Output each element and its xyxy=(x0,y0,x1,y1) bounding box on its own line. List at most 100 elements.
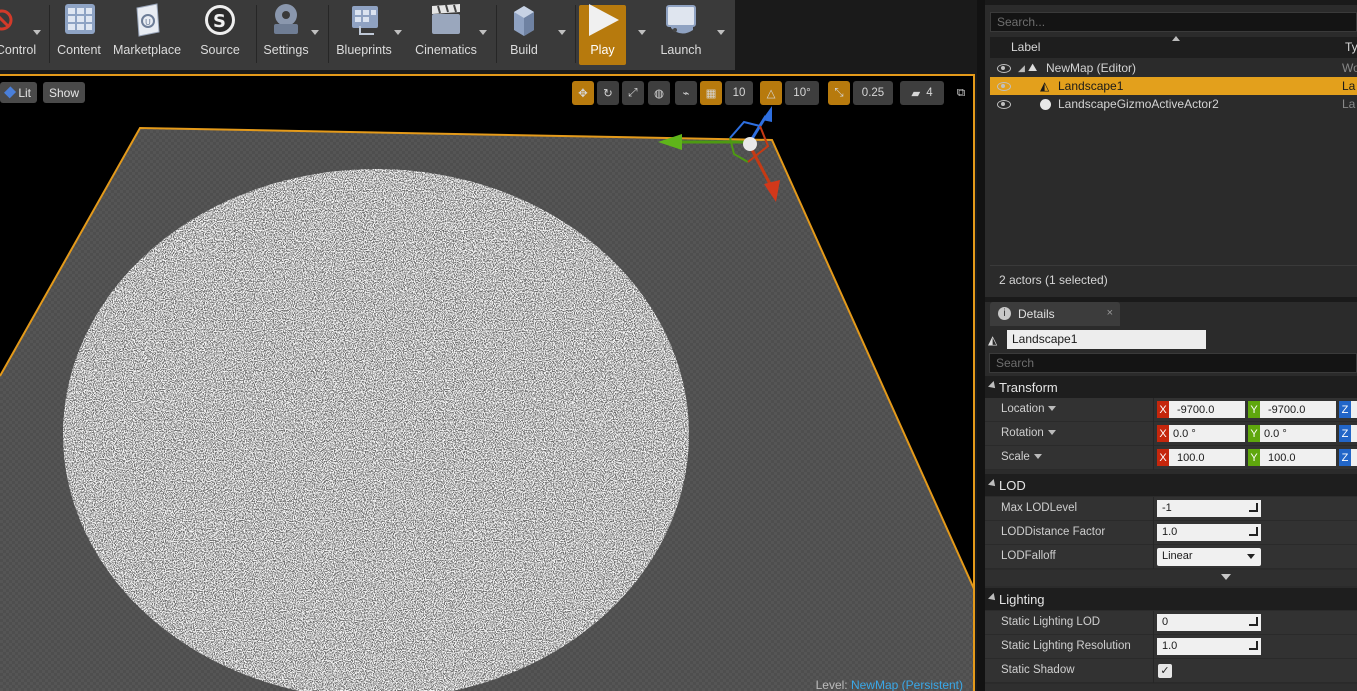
column-splitter[interactable] xyxy=(1153,446,1154,470)
marketplace-button[interactable]: U Marketplace xyxy=(110,0,184,60)
source-control-button[interactable]: Control xyxy=(0,0,36,60)
camera-speed-button[interactable]: ▰ 4 xyxy=(900,81,944,105)
build-dropdown-caret[interactable] xyxy=(558,30,566,35)
rotation-snap-toggle[interactable]: △ xyxy=(760,81,782,105)
source-control-dropdown-caret[interactable] xyxy=(33,30,41,35)
outliner-row-gizmo[interactable]: LandscapeGizmoActiveActor2 La xyxy=(990,95,1357,113)
build-button[interactable]: Build xyxy=(500,0,548,60)
scale-snap-value[interactable]: 0.25 xyxy=(853,81,893,105)
play-button[interactable]: Play xyxy=(579,0,626,60)
visibility-eye-icon[interactable] xyxy=(997,99,1011,109)
world-coordinates-button[interactable]: ◍ xyxy=(648,81,670,105)
scale-snap-toggle[interactable]: ⤡ xyxy=(828,81,850,105)
column-splitter[interactable] xyxy=(1153,521,1154,545)
blueprints-dropdown-caret[interactable] xyxy=(394,30,402,35)
outliner-search-input[interactable]: Search... xyxy=(990,12,1357,32)
play-label: Play xyxy=(590,43,615,57)
location-label[interactable]: Location xyxy=(1001,403,1057,415)
globe-icon: ◍ xyxy=(653,88,665,100)
details-search-input[interactable]: Search xyxy=(989,353,1357,373)
visibility-eye-icon[interactable] xyxy=(997,81,1011,91)
cinematics-label: Cinematics xyxy=(415,43,477,57)
type-column-header[interactable]: Ty xyxy=(1345,40,1357,54)
spin-handle-icon[interactable] xyxy=(1249,641,1258,650)
rotation-row: Rotation X 0.0 ° Y 0.0 ° Z xyxy=(985,422,1357,446)
transform-section-header[interactable]: Transform xyxy=(985,376,1357,398)
location-y-field[interactable]: Y -9700.0 xyxy=(1248,401,1336,418)
grid-snap-toggle[interactable]: ▦ xyxy=(700,81,722,105)
current-level-indicator: Level: NewMap (Persistent) xyxy=(816,678,963,691)
lighting-advanced-expander[interactable] xyxy=(985,684,1357,691)
show-menu-button[interactable]: Show xyxy=(43,82,85,103)
lod-distance-field[interactable]: 1.0 xyxy=(1157,524,1261,541)
grid-snap-value[interactable]: 10 xyxy=(725,81,753,105)
rotation-x-field[interactable]: X 0.0 ° xyxy=(1157,425,1245,442)
translate-mode-button[interactable]: ✥ xyxy=(572,81,594,105)
actor-name-field[interactable]: Landscape1 xyxy=(1007,330,1206,349)
content-button[interactable]: Content xyxy=(54,0,104,60)
marketplace-label: Marketplace xyxy=(112,43,182,57)
rotation-y-field[interactable]: Y 0.0 ° xyxy=(1248,425,1336,442)
expand-arrow-icon[interactable]: ◢ xyxy=(1018,63,1025,74)
coordinate-system-group: ◍ xyxy=(648,81,670,105)
static-shadow-checkbox[interactable]: ✓ xyxy=(1158,664,1172,678)
details-tab[interactable]: i Details × xyxy=(990,302,1120,326)
info-icon: i xyxy=(998,307,1011,320)
source-button[interactable]: S Source xyxy=(196,0,244,60)
column-splitter[interactable] xyxy=(1153,497,1154,521)
spin-handle-icon[interactable] xyxy=(1249,527,1258,536)
lod-distance-row: LODDistance Factor 1.0 xyxy=(985,521,1357,545)
source-control-label: Control xyxy=(0,43,37,57)
rotation-label[interactable]: Rotation xyxy=(1001,427,1056,439)
scale-mode-button[interactable]: ⤢ xyxy=(622,81,644,105)
panel-splitter[interactable] xyxy=(977,0,985,691)
label-column-header[interactable]: Label xyxy=(1011,40,1040,54)
rotation-snap-value[interactable]: 10° xyxy=(785,81,819,105)
advanced-expander[interactable] xyxy=(985,570,1357,586)
cinematics-button[interactable]: Cinematics xyxy=(412,0,480,60)
surface-snap-button[interactable]: ⌁ xyxy=(675,81,697,105)
location-x-field[interactable]: X -9700.0 xyxy=(1157,401,1245,418)
level-viewport[interactable]: Lit Show ✥ ↻ ⤢ ◍ ⌁ ▦ 10 △ 10° ⤡ 0.25 ▰ 4… xyxy=(0,74,975,691)
column-splitter[interactable] xyxy=(1153,545,1154,569)
play-icon xyxy=(588,4,619,36)
column-splitter[interactable] xyxy=(1153,398,1154,422)
outliner-row-landscape[interactable]: ◭ Landscape1 La xyxy=(990,77,1357,95)
max-lod-field[interactable]: -1 xyxy=(1157,500,1261,517)
maximize-viewport-button[interactable]: ⧉ xyxy=(952,81,970,105)
rotation-z-field[interactable]: Z xyxy=(1339,425,1357,442)
play-dropdown-caret[interactable] xyxy=(638,30,646,35)
viewport-tool-group: ✥ ↻ ⤢ xyxy=(572,81,644,105)
launch-button[interactable]: Launch xyxy=(653,0,709,60)
column-splitter[interactable] xyxy=(1153,635,1154,659)
spin-handle-icon[interactable] xyxy=(1249,617,1258,626)
close-icon[interactable]: × xyxy=(1107,307,1113,319)
cinematics-dropdown-caret[interactable] xyxy=(479,30,487,35)
blueprints-button[interactable]: Blueprints xyxy=(334,0,394,60)
lighting-section-header[interactable]: Lighting xyxy=(985,588,1357,610)
lod-section-header[interactable]: LOD xyxy=(985,474,1357,496)
static-lighting-resolution-field[interactable]: 1.0 xyxy=(1157,638,1261,655)
scale-y-field[interactable]: Y 100.0 xyxy=(1248,449,1336,466)
static-lighting-lod-field[interactable]: 0 xyxy=(1157,614,1261,631)
visibility-eye-icon[interactable] xyxy=(997,63,1011,73)
lod-falloff-dropdown[interactable]: Linear xyxy=(1157,548,1261,566)
level-name-link[interactable]: NewMap (Persistent) xyxy=(851,678,963,691)
scale-z-field[interactable]: Z xyxy=(1339,449,1357,466)
column-splitter[interactable] xyxy=(1153,422,1154,446)
settings-button[interactable]: Settings xyxy=(260,0,312,60)
scale-x-field[interactable]: X 100.0 xyxy=(1157,449,1245,466)
outliner-status-bar: 2 actors (1 selected) xyxy=(990,265,1357,293)
scale-label[interactable]: Scale xyxy=(1001,451,1042,463)
column-splitter[interactable] xyxy=(1153,659,1154,683)
location-z-field[interactable]: Z xyxy=(1339,401,1357,418)
launch-dropdown-caret[interactable] xyxy=(717,30,725,35)
move-arrows-icon: ✥ xyxy=(578,88,588,100)
settings-dropdown-caret[interactable] xyxy=(311,30,319,35)
view-mode-lit-button[interactable]: Lit xyxy=(0,82,37,103)
outliner-row-world[interactable]: ◢ ⛰ NewMap (Editor) Wo xyxy=(990,59,1357,77)
column-splitter[interactable] xyxy=(1153,611,1154,635)
rotate-mode-button[interactable]: ↻ xyxy=(597,81,619,105)
spin-handle-icon[interactable] xyxy=(1249,503,1258,512)
content-icon xyxy=(65,4,95,34)
